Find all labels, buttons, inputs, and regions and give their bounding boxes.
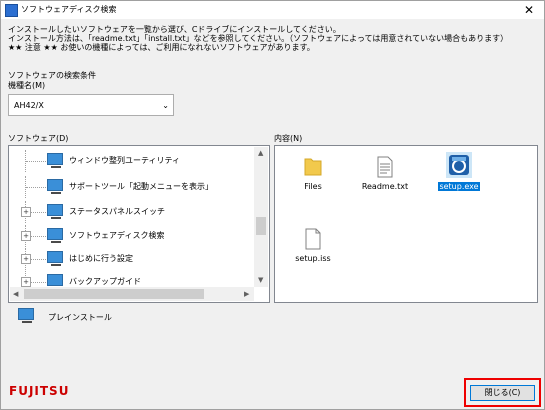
- setup-exe-icon: [446, 152, 472, 178]
- scroll-left-icon[interactable]: ◀: [13, 290, 18, 298]
- tree-connector: [31, 236, 46, 237]
- text-file-icon: [377, 156, 393, 178]
- tree-connector: [31, 259, 46, 260]
- tree-item[interactable]: サポートツール「起動メニューを表示」: [9, 176, 249, 198]
- tree-connector: [26, 187, 46, 188]
- tree-item[interactable]: + はじめに行う設定: [9, 248, 249, 270]
- tree-connector: [31, 212, 46, 213]
- preinstall-monitor-icon: [18, 308, 34, 323]
- monitor-icon: [47, 274, 63, 289]
- search-criteria-label: ソフトウェアの検索条件: [8, 71, 96, 80]
- monitor-icon: [47, 153, 63, 168]
- expand-icon[interactable]: +: [21, 277, 31, 287]
- window-close-button[interactable]: ✕: [514, 1, 544, 19]
- chevron-down-icon: ⌄: [162, 101, 169, 110]
- scroll-right-icon[interactable]: ▶: [244, 290, 249, 298]
- file-name: Readme.txt: [361, 182, 409, 191]
- monitor-icon: [47, 204, 63, 219]
- blank-file-icon: [305, 228, 321, 250]
- contents-panel[interactable]: Files Readme.txt setup.exe setup.iss: [274, 145, 538, 303]
- tree-item-label: ソフトウェアディスク検索: [69, 231, 165, 240]
- tree-item-label: サポートツール「起動メニューを表示」: [69, 182, 213, 191]
- file-name: Files: [304, 182, 322, 191]
- scroll-thumb[interactable]: [24, 289, 204, 299]
- tree-connector: [26, 161, 46, 162]
- monitor-icon: [47, 179, 63, 194]
- main-window: ソフトウェアディスク検索 ✕ インストールしたいソフトウェアを一覧から選び、Cド…: [0, 0, 545, 410]
- file-item[interactable]: setup.iss: [285, 228, 341, 263]
- tree-item[interactable]: ウィンドウ整列ユーティリティ: [9, 150, 249, 172]
- tree-item-label: はじめに行う設定: [69, 254, 133, 263]
- tree-item-label: ウィンドウ整列ユーティリティ: [69, 156, 181, 165]
- expand-icon[interactable]: +: [21, 231, 31, 241]
- window-title: ソフトウェアディスク検索: [21, 5, 117, 14]
- model-select[interactable]: AH42/X ⌄: [8, 94, 174, 116]
- contents-label: 内容(N): [274, 134, 303, 143]
- expand-icon[interactable]: +: [21, 254, 31, 264]
- file-item-selected[interactable]: setup.exe: [431, 152, 487, 191]
- expand-icon[interactable]: +: [21, 207, 31, 217]
- tree-item[interactable]: + ソフトウェアディスク検索: [9, 225, 249, 247]
- folder-icon: [304, 158, 322, 176]
- preinstall-label: プレインストール: [48, 313, 112, 322]
- tree-item[interactable]: + ステータスパネルスイッチ: [9, 201, 249, 223]
- file-name: setup.exe: [438, 182, 480, 191]
- monitor-icon: [47, 251, 63, 266]
- file-item[interactable]: Readme.txt: [357, 156, 413, 191]
- horizontal-scrollbar[interactable]: ◀ ▶: [10, 287, 254, 301]
- file-item[interactable]: Files: [285, 156, 341, 191]
- intro-line-3: ★★ 注意 ★★ お使いの機種によっては、ご利用になれないソフトウェアがあります…: [8, 43, 315, 52]
- scroll-up-icon[interactable]: ▲: [258, 149, 263, 157]
- software-tree[interactable]: ウィンドウ整列ユーティリティ サポートツール「起動メニューを表示」 + ステータ…: [8, 145, 270, 303]
- model-name-label: 機種名(M): [8, 81, 46, 90]
- close-button[interactable]: 閉じる(C): [470, 385, 535, 401]
- fujitsu-logo: FUJITSU: [9, 384, 70, 398]
- vertical-scrollbar[interactable]: ▲ ▼: [254, 147, 268, 287]
- title-bar: ソフトウェアディスク検索 ✕: [1, 1, 544, 19]
- file-name: setup.iss: [295, 254, 331, 263]
- tree-connector: [31, 282, 46, 283]
- scroll-thumb[interactable]: [256, 217, 266, 235]
- model-select-value: AH42/X: [14, 101, 44, 110]
- tree-item-label: ステータスパネルスイッチ: [69, 207, 165, 216]
- app-icon: [5, 4, 18, 17]
- close-button-highlight: 閉じる(C): [464, 378, 541, 407]
- tree-item-label: バックアップガイド: [69, 277, 141, 286]
- monitor-icon: [47, 228, 63, 243]
- software-list-label: ソフトウェア(D): [8, 134, 69, 143]
- scroll-down-icon[interactable]: ▼: [258, 276, 263, 284]
